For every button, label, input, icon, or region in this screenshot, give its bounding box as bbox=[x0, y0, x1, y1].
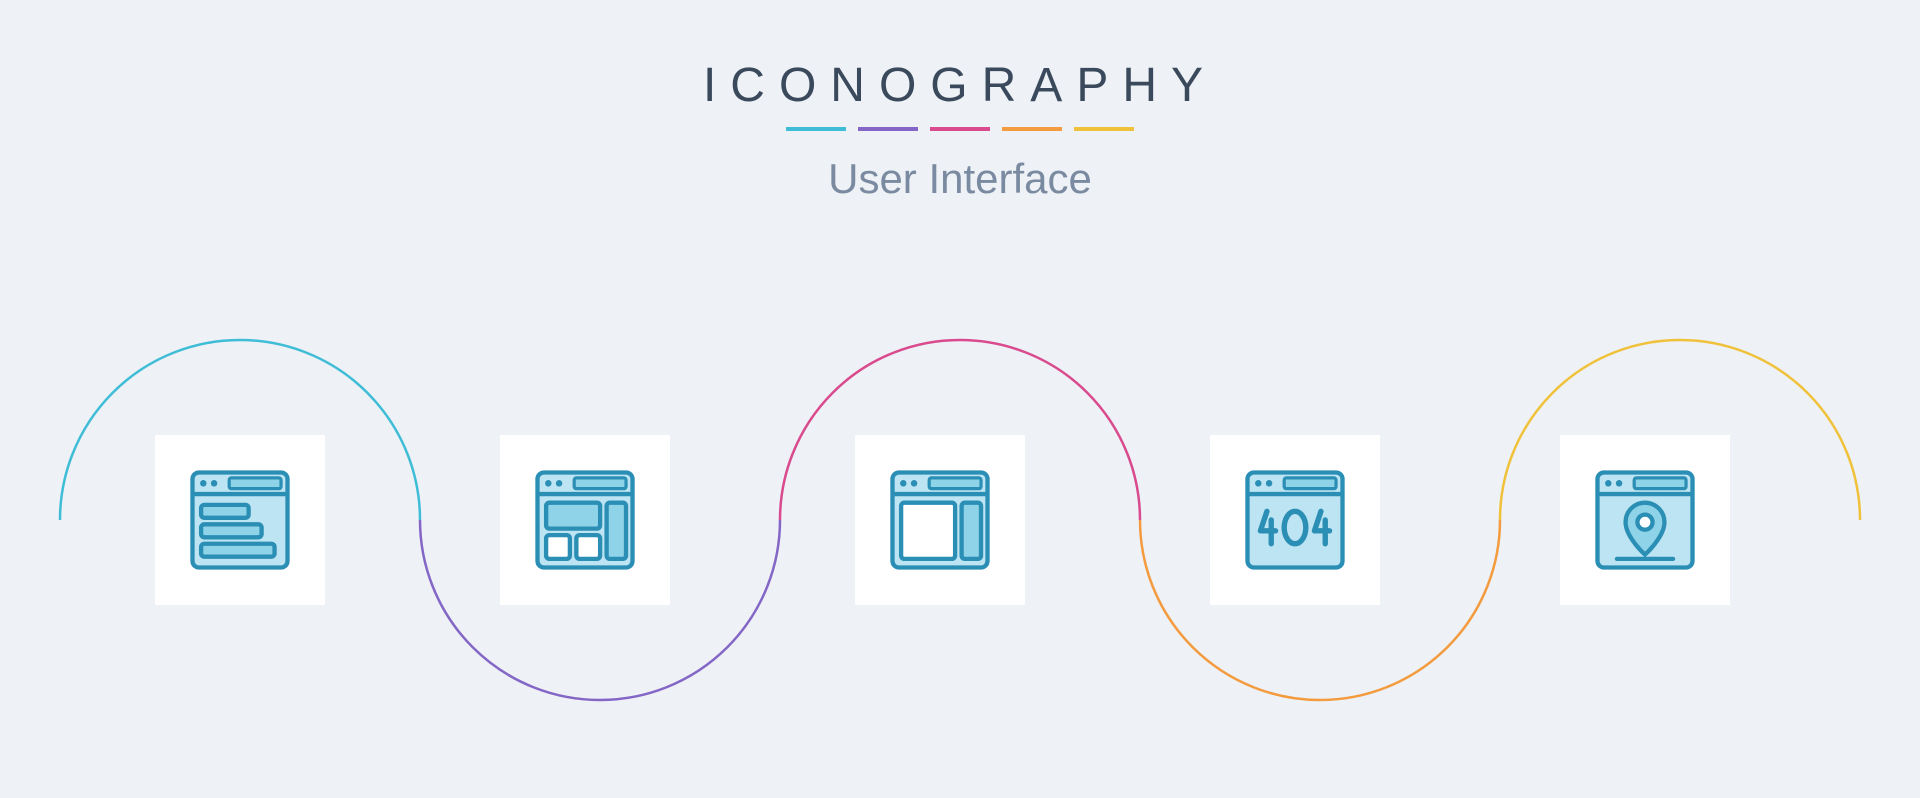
page-title: ICONOGRAPHY bbox=[0, 58, 1920, 113]
browser-sidebar-layout-icon bbox=[531, 466, 639, 574]
icon-card-3 bbox=[855, 435, 1025, 605]
header: ICONOGRAPHY User Interface bbox=[0, 0, 1920, 203]
browser-location-icon bbox=[1591, 466, 1699, 574]
underline-seg-3 bbox=[930, 127, 990, 131]
icon-card-5 bbox=[1560, 435, 1730, 605]
underline-seg-2 bbox=[858, 127, 918, 131]
icon-card-1 bbox=[155, 435, 325, 605]
page-subtitle: User Interface bbox=[0, 155, 1920, 203]
underline-seg-5 bbox=[1074, 127, 1134, 131]
browser-left-align-icon bbox=[186, 466, 294, 574]
browser-404-icon bbox=[1241, 466, 1349, 574]
title-underline bbox=[0, 127, 1920, 131]
underline-seg-4 bbox=[1002, 127, 1062, 131]
icon-stage bbox=[0, 260, 1920, 760]
icon-card-2 bbox=[500, 435, 670, 605]
underline-seg-1 bbox=[786, 127, 846, 131]
browser-right-panel-icon bbox=[886, 466, 994, 574]
icon-card-4 bbox=[1210, 435, 1380, 605]
